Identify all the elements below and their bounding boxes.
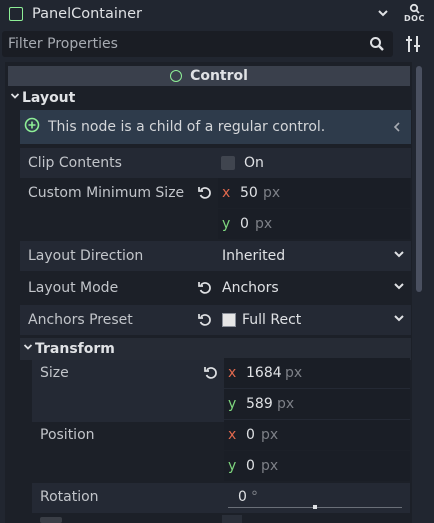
rotation-value: 0 <box>238 489 247 505</box>
section-header-control[interactable]: Control <box>8 66 410 86</box>
tools-icon[interactable] <box>402 33 424 55</box>
unit-label: px <box>285 365 303 381</box>
node-name: PanelContainer <box>32 6 142 22</box>
next-row-label <box>40 517 62 523</box>
control-icon <box>170 70 183 82</box>
custom-min-size-x-value: 50 <box>240 185 258 201</box>
axis-y-label: y <box>228 458 237 474</box>
panel-container-icon <box>9 7 23 21</box>
layout-direction-label: Layout Direction <box>28 248 144 264</box>
axis-y-label: y <box>222 216 231 232</box>
size-y-value: 589 <box>246 396 273 412</box>
layout-mode-dropdown[interactable]: Anchors <box>218 273 410 303</box>
add-circle-icon <box>24 117 40 137</box>
node-selector[interactable]: PanelContainer <box>0 0 394 28</box>
rotation-slider-field[interactable]: 0 ° <box>224 483 410 513</box>
unit-label: px <box>261 458 279 474</box>
anchors-preset-dropdown[interactable]: Full Rect <box>218 305 410 335</box>
unit-label: px <box>277 396 295 412</box>
chevron-down-icon <box>22 341 34 357</box>
group-transform[interactable]: Transform <box>22 340 115 358</box>
doc-button[interactable]: DOC <box>400 2 428 26</box>
revert-icon[interactable] <box>197 312 213 332</box>
section-title: Control <box>190 68 248 84</box>
group-layout[interactable]: Layout <box>9 89 75 107</box>
revert-icon[interactable] <box>197 185 213 205</box>
unit-label: px <box>255 216 273 232</box>
anchors-preset-label: Anchors Preset <box>28 312 133 328</box>
chevron-down-icon <box>376 6 390 24</box>
group-title: Transform <box>35 341 115 357</box>
filter-properties-input[interactable] <box>8 31 358 57</box>
size-label: Size <box>40 365 69 381</box>
chevron-down-icon <box>392 247 406 265</box>
filter-field <box>2 31 393 57</box>
clip-contents-label: Clip Contents <box>28 155 122 171</box>
anchors-preset-value: Full Rect <box>242 312 302 328</box>
full-rect-icon <box>222 313 236 327</box>
slider-grabber[interactable] <box>313 505 317 509</box>
next-row-field[interactable] <box>222 515 242 523</box>
layout-direction-dropdown[interactable]: Inherited <box>218 241 410 271</box>
rotation-label: Rotation <box>40 489 99 505</box>
position-x-value: 0 <box>246 427 255 443</box>
info-text: This node is a child of a regular contro… <box>48 119 326 135</box>
chevron-down-icon <box>392 279 406 297</box>
unit-label: px <box>263 185 281 201</box>
axis-x-label: x <box>228 427 237 443</box>
position-y-value: 0 <box>246 458 255 474</box>
axis-x-label: x <box>228 365 237 381</box>
layout-mode-value: Anchors <box>222 280 279 296</box>
chevron-down-icon <box>392 311 406 329</box>
custom-min-size-y-value: 0 <box>240 216 249 232</box>
unit-label: px <box>261 427 279 443</box>
revert-icon[interactable] <box>197 280 213 300</box>
rotation-unit: ° <box>251 489 258 505</box>
axis-y-label: y <box>228 396 237 412</box>
position-label: Position <box>40 427 95 443</box>
chevron-left-icon[interactable] <box>391 120 403 138</box>
doc-label: DOC <box>404 14 425 23</box>
revert-icon[interactable] <box>203 365 219 385</box>
layout-direction-value: Inherited <box>222 248 286 264</box>
info-box: This node is a child of a regular contro… <box>20 110 411 144</box>
search-icon <box>369 36 385 56</box>
custom-min-size-label: Custom Minimum Size <box>28 185 185 201</box>
chevron-down-icon <box>9 90 21 106</box>
scrollbar[interactable] <box>416 66 422 292</box>
clip-contents-value: On <box>244 155 264 171</box>
axis-x-label: x <box>222 185 231 201</box>
clip-contents-checkbox[interactable] <box>221 156 235 170</box>
size-x-value: 1684 <box>246 365 282 381</box>
group-title: Layout <box>22 90 76 106</box>
layout-mode-label: Layout Mode <box>28 280 119 296</box>
